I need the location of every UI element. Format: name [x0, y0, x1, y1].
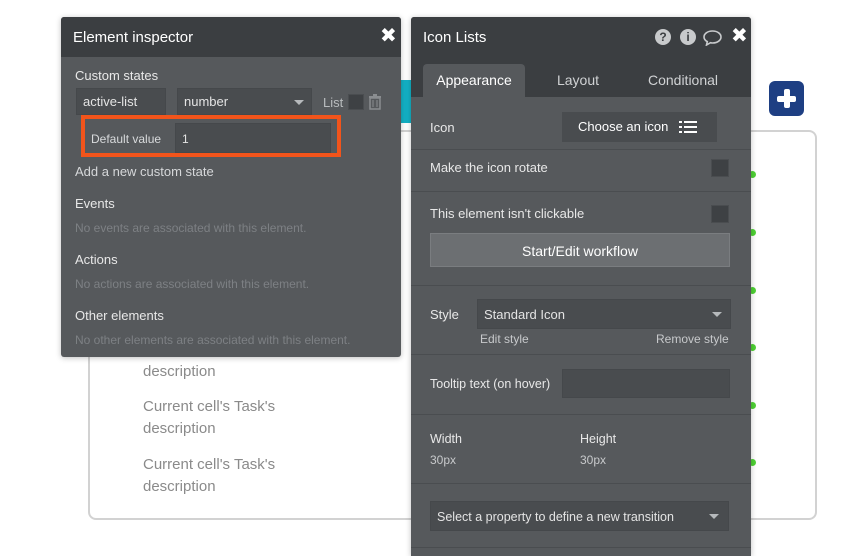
divider: [411, 547, 751, 548]
start-edit-workflow-button[interactable]: Start/Edit workflow: [430, 233, 730, 267]
chevron-down-icon: [294, 100, 304, 105]
other-elements-heading: Other elements: [75, 308, 164, 323]
transition-select[interactable]: Select a property to define a new transi…: [430, 501, 729, 531]
highlight-box: [81, 115, 341, 157]
edit-style-link[interactable]: Edit style: [480, 332, 529, 346]
canvas-text: description: [143, 363, 216, 380]
width-label: Width: [430, 432, 462, 446]
actions-empty-text: No actions are associated with this elem…: [75, 277, 310, 291]
inspector-title: Element inspector: [73, 29, 194, 46]
tab-appearance[interactable]: Appearance: [423, 64, 525, 97]
custom-states-heading: Custom states: [75, 68, 159, 83]
divider: [411, 354, 751, 355]
events-empty-text: No events are associated with this eleme…: [75, 221, 307, 235]
style-value: Standard Icon: [484, 307, 565, 322]
property-editor-panel: Icon Lists ? i ✖ Appearance Layout Condi…: [411, 17, 751, 556]
rotate-label: Make the icon rotate: [430, 160, 548, 175]
width-value[interactable]: 30px: [430, 453, 456, 467]
transition-placeholder: Select a property to define a new transi…: [437, 510, 674, 524]
canvas-text: Current cell's Task's: [143, 456, 276, 473]
element-inspector-panel: Element inspector ✖ Custom states active…: [61, 17, 401, 357]
trash-icon[interactable]: [368, 94, 382, 110]
canvas-text: description: [143, 420, 216, 437]
remove-style-link[interactable]: Remove style: [656, 332, 729, 346]
actions-heading: Actions: [75, 252, 118, 267]
icon-label: Icon: [430, 120, 455, 135]
help-icon[interactable]: ?: [655, 29, 671, 45]
info-icon[interactable]: i: [680, 29, 696, 45]
rotate-checkbox[interactable]: [711, 159, 729, 177]
state-type-select[interactable]: number: [177, 88, 312, 115]
editor-title: Icon Lists: [423, 29, 487, 46]
list-label: List: [323, 95, 344, 110]
not-clickable-label: This element isn't clickable: [430, 206, 585, 221]
canvas-text: description: [143, 478, 216, 495]
other-elements-empty-text: No other elements are associated with th…: [75, 333, 351, 347]
editor-header: Icon Lists ? i ✖: [411, 17, 751, 57]
height-label: Height: [580, 432, 617, 446]
chevron-down-icon: [712, 312, 722, 317]
chevron-down-icon: [709, 514, 719, 519]
events-heading: Events: [75, 196, 115, 211]
not-clickable-checkbox[interactable]: [711, 205, 729, 223]
divider: [411, 149, 751, 150]
tooltip-label: Tooltip text (on hover): [430, 377, 551, 391]
add-element-button[interactable]: [769, 81, 804, 116]
tooltip-input[interactable]: [562, 369, 730, 398]
choose-icon-button[interactable]: Choose an icon: [562, 112, 717, 142]
canvas-text: Current cell's Task's: [143, 398, 276, 415]
divider: [411, 414, 751, 415]
inspector-header: Element inspector ✖: [61, 17, 401, 57]
close-icon[interactable]: ✖: [731, 26, 748, 46]
style-select[interactable]: Standard Icon: [477, 299, 731, 329]
tabs-bar: Appearance Layout Conditional: [411, 57, 751, 97]
choose-icon-label: Choose an icon: [578, 119, 669, 134]
tab-conditional[interactable]: Conditional: [633, 64, 733, 97]
close-icon[interactable]: ✖: [380, 26, 397, 46]
comment-icon[interactable]: [703, 30, 722, 46]
list-checkbox[interactable]: [348, 94, 364, 110]
tab-layout[interactable]: Layout: [531, 64, 625, 97]
list-icon: [679, 121, 697, 133]
divider: [411, 483, 751, 484]
height-value[interactable]: 30px: [580, 453, 606, 467]
divider: [411, 285, 751, 286]
add-custom-state-link[interactable]: Add a new custom state: [75, 164, 214, 179]
style-label: Style: [430, 307, 459, 322]
state-type-value: number: [184, 94, 229, 109]
divider: [411, 191, 751, 192]
state-name-input[interactable]: active-list: [76, 88, 166, 115]
